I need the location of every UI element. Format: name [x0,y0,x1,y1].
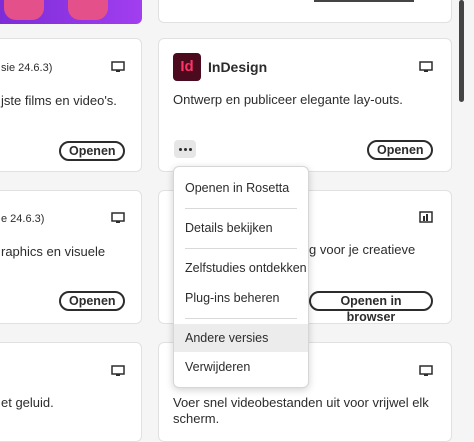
app-description: raphics en visuele [1,244,106,259]
menu-divider [185,248,297,249]
open-button[interactable]: Openen [367,140,433,160]
app-version: sie 24.6.3) [1,62,53,74]
desktop-icon [419,61,433,72]
artwork-thumbnail [68,0,108,20]
open-button[interactable]: Openen [59,291,125,311]
card-top-right [158,0,452,23]
open-in-browser-button[interactable]: Openen in browser [309,291,433,323]
app-version: e 24.6.3) [1,213,45,225]
scrollbar-thumb[interactable] [459,0,464,102]
card-left-row1: sie 24.6.3) jste films en video's. Opene… [0,38,142,172]
menu-item-open-in-rosetta[interactable]: Openen in Rosetta [174,174,308,202]
card-top-left [0,0,142,24]
dot-icon [178,147,182,151]
card-left-row2: e 24.6.3) raphics en visuele Openen [0,190,142,324]
app-description: g voor je creatieve [309,242,416,257]
desktop-icon [111,365,125,376]
app-description: et geluid. [1,395,54,410]
desktop-icon [111,212,125,223]
card-indesign: Id InDesign Ontwerp en publiceer elegant… [158,38,452,172]
menu-item-view-details[interactable]: Details bekijken [174,214,308,242]
menu-item-discover-tutorials[interactable]: Zelfstudies ontdekken [174,254,308,282]
dot-icon [188,147,192,151]
app-title: InDesign [208,59,268,75]
desktop-icon [419,365,433,376]
menu-item-other-versions[interactable]: Andere versies [174,324,308,352]
browser-icon [419,211,433,223]
top-right-bar [314,0,414,2]
card-left-row3: et geluid. [0,342,142,442]
open-button[interactable]: Openen [59,141,125,161]
menu-divider [185,208,297,209]
app-description: Ontwerp en publiceer elegante lay-outs. [173,92,403,107]
app-description: Voer snel videobestanden uit voor vrijwe… [173,395,429,410]
app-description: jste films en video's. [1,93,117,108]
menu-divider [185,318,297,319]
menu-item-manage-plugins[interactable]: Plug-ins beheren [174,284,308,312]
artwork-thumbnail [4,0,44,20]
more-options-button[interactable] [174,140,196,158]
menu-item-uninstall[interactable]: Verwijderen [174,353,308,381]
indesign-logo: Id [173,53,201,81]
dot-icon [183,147,187,151]
context-menu: Openen in Rosetta Details bekijken Zelfs… [173,166,309,388]
desktop-icon [111,61,125,72]
